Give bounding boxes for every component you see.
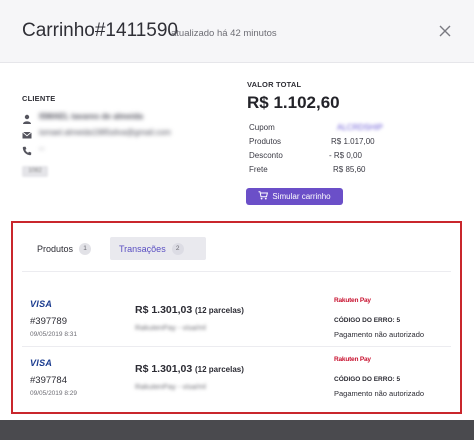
transaction-date: 09/05/2019 8:29 [30, 390, 77, 397]
discount-label: Desconto [249, 151, 283, 160]
client-email-row: ismael.almeida1985silva@gmail.com [22, 127, 171, 139]
user-icon [22, 111, 32, 124]
installments: (12 parcelas) [195, 306, 244, 315]
rakuten-pay-logo: Rakuten Pay [334, 356, 371, 363]
transaction-divider [22, 346, 451, 347]
close-icon[interactable] [436, 22, 454, 40]
error-code: CÓDIGO DO ERRO: 5 [334, 376, 401, 383]
total-value: R$ 1.102,60 [247, 93, 340, 112]
installments: (12 parcelas) [195, 365, 244, 374]
updated-timestamp: atualizado há 42 minutos [171, 28, 277, 39]
phone-icon [22, 143, 32, 156]
client-name: ISMAEL tavares de almeida [39, 111, 143, 121]
cart-modal: Carrinho#1411590 atualizado há 42 minuto… [0, 0, 474, 420]
visa-icon: VISA [30, 299, 53, 309]
transaction-amount: R$ 1.301,03 (12 parcelas) [135, 304, 244, 316]
tab-products-label: Produtos [37, 243, 74, 254]
visa-icon: VISA [30, 358, 53, 368]
email-icon [22, 127, 32, 139]
products-label: Produtos [249, 137, 282, 146]
transaction-date: 09/05/2019 8:31 [30, 331, 77, 338]
error-message: Pagamento não autorizado [334, 330, 425, 339]
client-email: ismael.almeida1985silva@gmail.com [39, 127, 171, 137]
gateway-line: RakutenPay - visa/ml [135, 323, 206, 332]
transaction-row[interactable]: VISA #397784 09/05/2019 8:29 R$ 1.301,03… [22, 354, 451, 412]
coupon-value: ALCRDSHIP [337, 123, 383, 132]
cart-icon [258, 191, 269, 202]
client-name-row: ISMAEL tavares de almeida [22, 111, 143, 124]
transaction-amount: R$ 1.301,03 (12 parcelas) [135, 363, 244, 375]
rakuten-pay-logo: Rakuten Pay [334, 297, 371, 304]
shipping-value: R$ 85,60 [333, 165, 366, 174]
cart-title: Carrinho#1411590 [22, 20, 178, 41]
client-tag-chip: 1082 [22, 166, 48, 177]
tab-products-count: 1 [79, 242, 92, 255]
transactions-panel: Produtos 1 Transações 2 VISA #397789 09/… [11, 221, 462, 414]
coupon-label: Cupom [249, 123, 275, 132]
tab-transactions-label: Transações [119, 243, 166, 254]
gateway-line: RakutenPay - visa/ml [135, 382, 206, 391]
transaction-id: #397784 [30, 375, 67, 386]
simulate-cart-label: Simular carrinho [272, 192, 331, 201]
tab-products[interactable]: Produtos 1 [28, 237, 100, 260]
error-code: CÓDIGO DO ERRO: 5 [334, 317, 401, 324]
client-section: CLIENTE ISMAEL tavares de almeida ismael… [22, 94, 232, 177]
page-backdrop [0, 418, 474, 440]
discount-value: - R$ 0,00 [329, 151, 362, 160]
modal-header: Carrinho#1411590 atualizado há 42 minuto… [0, 0, 474, 63]
products-value: R$ 1.017,00 [331, 137, 375, 146]
tabs-divider [22, 271, 451, 272]
simulate-cart-button[interactable]: Simular carrinho [246, 188, 343, 205]
error-message: Pagamento não autorizado [334, 389, 425, 398]
transaction-row[interactable]: VISA #397789 09/05/2019 8:31 R$ 1.301,03… [22, 295, 451, 353]
total-label: VALOR TOTAL [247, 80, 302, 89]
client-phone: -- [39, 143, 45, 153]
tab-transactions-count: 2 [171, 242, 184, 255]
client-phone-row: -- [22, 143, 45, 156]
transaction-id: #397789 [30, 316, 67, 327]
totals-section: VALOR TOTAL R$ 1.102,60 Cupom ALCRDSHIP … [247, 80, 447, 174]
amount-value: R$ 1.301,03 [135, 304, 193, 316]
shipping-label: Frete [249, 165, 268, 174]
tab-transactions[interactable]: Transações 2 [110, 237, 206, 260]
client-label: CLIENTE [22, 94, 56, 103]
amount-value: R$ 1.301,03 [135, 363, 193, 375]
